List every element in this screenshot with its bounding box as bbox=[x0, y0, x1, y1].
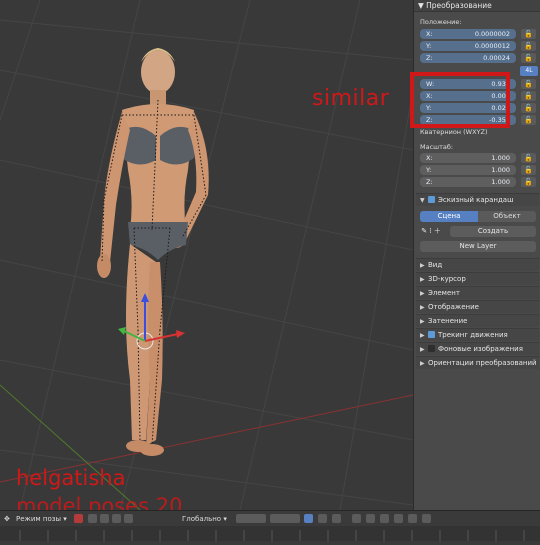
pose-icon[interactable] bbox=[318, 514, 327, 523]
lock-icon[interactable]: 🔓 bbox=[521, 115, 536, 125]
section-motion-tracking[interactable]: ▶ Трекинг движения bbox=[416, 328, 539, 341]
scale-y-field[interactable]: Y: 1.000 bbox=[420, 165, 516, 175]
lock-icon[interactable]: 🔓 bbox=[521, 103, 536, 113]
lock-icon[interactable]: 🔓 bbox=[521, 91, 536, 101]
section-background-images[interactable]: ▶ Фоновые изображения bbox=[416, 342, 539, 355]
transform-header[interactable]: ▼ Преобразование bbox=[414, 0, 540, 12]
triangle-right-icon: ▶ bbox=[420, 332, 425, 339]
checkbox-icon[interactable] bbox=[428, 345, 435, 352]
section-view[interactable]: ▶ Вид bbox=[416, 258, 539, 271]
rotation-mode-select[interactable]: Кватернион (WXYZ) bbox=[420, 128, 487, 136]
pivot-icon[interactable] bbox=[74, 514, 83, 523]
lock-icon[interactable]: 🔓 bbox=[521, 79, 536, 89]
translate-icon[interactable] bbox=[100, 514, 109, 523]
character-model[interactable] bbox=[0, 0, 413, 510]
layers-icon[interactable] bbox=[236, 514, 266, 523]
mode-select[interactable]: Режим позы ▾ bbox=[16, 513, 67, 525]
triangle-down-icon: ▼ bbox=[418, 1, 427, 10]
highlight-box bbox=[410, 72, 510, 128]
lock-icon[interactable]: 🔓 bbox=[521, 41, 536, 51]
section-shading[interactable]: ▶ Затенение bbox=[416, 314, 539, 327]
orientation-select[interactable]: Глобально ▾ bbox=[182, 513, 227, 525]
timeline-ticks bbox=[19, 530, 525, 541]
viewport-header: ✥ Режим позы ▾ Глобально ▾ bbox=[0, 510, 540, 541]
triangle-down-icon: ▼ bbox=[420, 197, 425, 204]
grease-pencil-header[interactable]: ▼ Эскизный карандаш bbox=[416, 193, 539, 206]
tab-scene[interactable]: Сцена bbox=[420, 211, 478, 222]
grease-pencil-tabs: Сцена Объект bbox=[420, 211, 536, 222]
checkbox-icon[interactable] bbox=[428, 331, 435, 338]
snap-icon[interactable] bbox=[408, 514, 417, 523]
triangle-right-icon: ▶ bbox=[420, 290, 425, 297]
location-label: Положение: bbox=[420, 18, 462, 26]
scale-icon[interactable] bbox=[124, 514, 133, 523]
lock-icon[interactable]: 🔓 bbox=[521, 29, 536, 39]
triangle-right-icon: ▶ bbox=[420, 304, 425, 311]
render-icon[interactable] bbox=[394, 514, 403, 523]
highlight-note: similar bbox=[312, 86, 390, 111]
watermark-line-1: helgatisha bbox=[16, 466, 126, 490]
lock-icon[interactable]: 🔓 bbox=[521, 153, 536, 163]
location-z-field[interactable]: Z: 0.00024 bbox=[420, 53, 516, 63]
copy-pose-icon[interactable] bbox=[332, 514, 341, 523]
new-layer-button[interactable]: New Layer bbox=[420, 241, 536, 252]
tab-object[interactable]: Объект bbox=[478, 211, 536, 222]
location-y-field[interactable]: Y: 0.0000012 bbox=[420, 41, 516, 51]
manipulator-icon[interactable] bbox=[88, 514, 97, 523]
triangle-right-icon: ▶ bbox=[420, 276, 425, 283]
lock-icon[interactable]: 🔓 bbox=[521, 53, 536, 63]
triangle-right-icon: ▶ bbox=[420, 360, 425, 367]
keying-icon[interactable] bbox=[380, 514, 389, 523]
section-transform-orientations[interactable]: ▶ Ориентации преобразований bbox=[416, 356, 539, 369]
rotate-icon[interactable] bbox=[112, 514, 121, 523]
proportional-icon[interactable] bbox=[422, 514, 431, 523]
timeline-strip[interactable] bbox=[0, 526, 540, 541]
section-display[interactable]: ▶ Отображение bbox=[416, 300, 539, 313]
lock-icon[interactable]: 🔓 bbox=[521, 165, 536, 175]
section-item[interactable]: ▶ Элемент bbox=[416, 286, 539, 299]
scale-x-field[interactable]: X: 1.000 bbox=[420, 153, 516, 163]
location-x-field[interactable]: X: 0.0000002 bbox=[420, 29, 516, 39]
create-button[interactable]: Создать bbox=[450, 226, 536, 237]
scale-z-field[interactable]: Z: 1.000 bbox=[420, 177, 516, 187]
viewport-toolbar: ✥ Режим позы ▾ Глобально ▾ bbox=[0, 513, 540, 525]
section-3d-cursor[interactable]: ▶ 3D-курсор bbox=[416, 272, 539, 285]
triangle-right-icon: ▶ bbox=[420, 262, 425, 269]
pencil-icon[interactable]: ✎ ⁞ ＋ bbox=[420, 226, 442, 237]
record-icon[interactable] bbox=[366, 514, 375, 523]
scale-label: Масштаб: bbox=[420, 143, 454, 151]
3d-viewport[interactable]: similar helgatisha model poses 20 bbox=[0, 0, 413, 510]
view-menu-icon[interactable]: ✥ bbox=[4, 513, 10, 525]
lock-4l-button[interactable]: 4L bbox=[520, 66, 538, 76]
paste-pose-icon[interactable] bbox=[352, 514, 361, 523]
triangle-right-icon: ▶ bbox=[420, 318, 425, 325]
checkbox-icon[interactable] bbox=[428, 196, 435, 203]
lock-icon[interactable]: 🔓 bbox=[521, 177, 536, 187]
watermark-line-2: model poses 20 bbox=[16, 494, 183, 510]
triangle-right-icon: ▶ bbox=[420, 346, 425, 353]
lock-camera-icon[interactable] bbox=[304, 514, 313, 523]
layers-icon[interactable] bbox=[270, 514, 300, 523]
